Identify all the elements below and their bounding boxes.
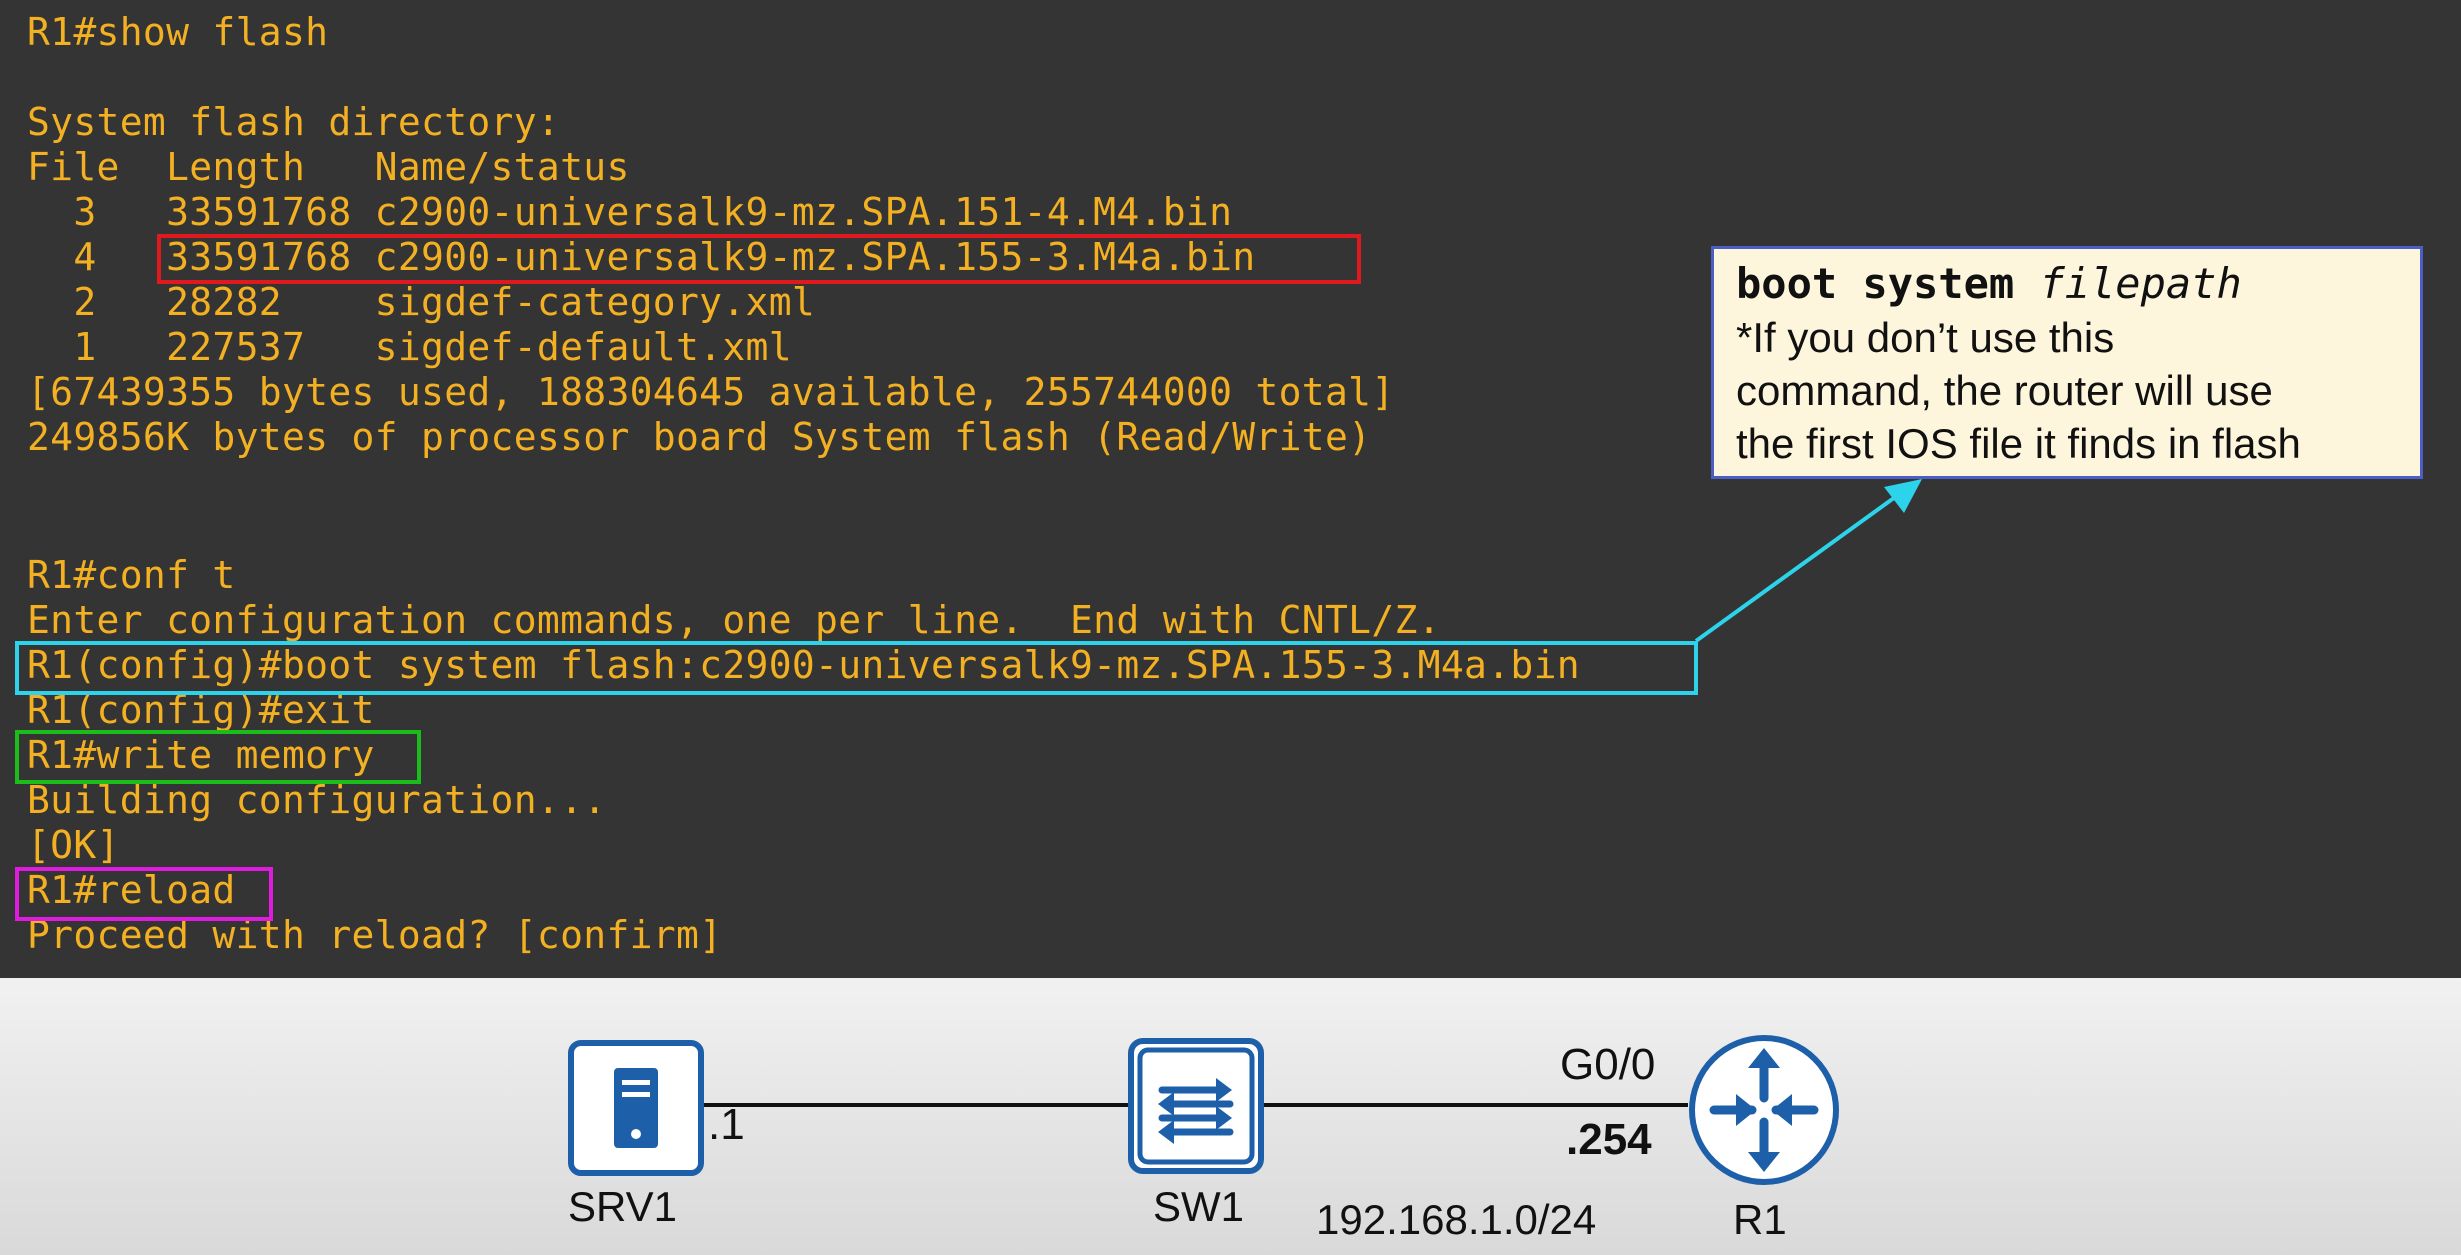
terminal-window: R1#show flash System flash directory: Fi… — [0, 0, 2461, 978]
highlight-write-memory-box — [15, 730, 421, 784]
callout-note-line: *If you don’t use this — [1736, 314, 2115, 361]
server-icon — [568, 1040, 704, 1176]
terminal-line: System flash directory: — [27, 100, 561, 144]
terminal-line: R1#conf t — [27, 553, 236, 597]
highlight-ios-file-box — [157, 234, 1361, 284]
callout-command: boot system filepath — [1736, 257, 2420, 311]
callout-note-line: command, the router will use — [1736, 367, 2273, 414]
highlight-reload-box — [15, 867, 273, 921]
srv1-ip-label: .1 — [708, 1100, 745, 1149]
callout-command-keyword: boot system — [1736, 259, 2015, 308]
terminal-line: 1 227537 sigdef-default.xml — [27, 325, 792, 369]
terminal-line: Enter configuration commands, one per li… — [27, 598, 1441, 642]
callout-note-line: the first IOS file it finds in flash — [1736, 420, 2301, 467]
boot-system-callout: boot system filepath *If you don’t use t… — [1711, 246, 2423, 479]
r1-ip-label: .254 — [1566, 1115, 1652, 1164]
sw1-label: SW1 — [1153, 1183, 1245, 1230]
srv1-label: SRV1 — [568, 1183, 677, 1230]
terminal-line: 249856K bytes of processor board System … — [27, 415, 1372, 459]
terminal-line: File Length Name/status — [27, 145, 630, 189]
terminal-line: Building configuration... — [27, 778, 607, 822]
terminal-line: [OK] — [27, 823, 120, 867]
network-topology: .1 G0/0 .254 SRV1 SW1 192.168.1.0/24 R1 — [0, 978, 2461, 1255]
network-label: 192.168.1.0/24 — [1316, 1196, 1597, 1243]
terminal-line: 2 28282 sigdef-category.xml — [27, 280, 816, 324]
callout-command-argument: filepath — [2039, 259, 2242, 308]
highlight-boot-system-box — [15, 641, 1698, 695]
router-icon — [1689, 1035, 1839, 1185]
terminal-line: 3 33591768 c2900-universalk9-mz.SPA.151-… — [27, 190, 1233, 234]
switch-icon — [1128, 1038, 1264, 1174]
g00-interface-label: G0/0 — [1560, 1040, 1656, 1089]
terminal-line: [67439355 bytes used, 188304645 availabl… — [27, 370, 1395, 414]
r1-label: R1 — [1733, 1196, 1787, 1243]
terminal-line: R1#show flash — [27, 10, 329, 54]
